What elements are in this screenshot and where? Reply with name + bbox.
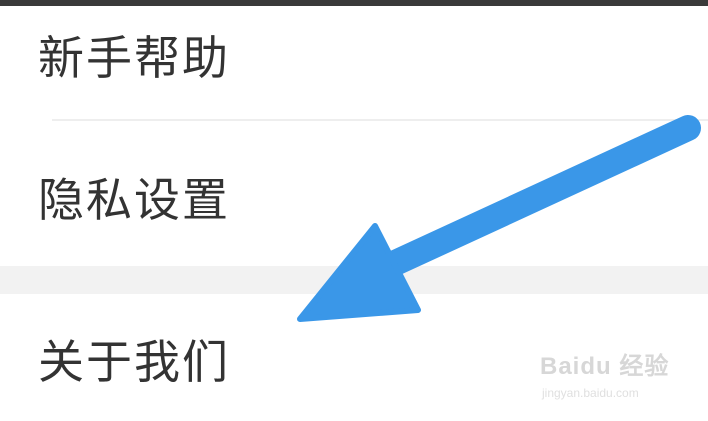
menu-item-privacy-settings[interactable]: 隐私设置 [0, 132, 708, 262]
menu-item-label: 隐私设置 [38, 173, 230, 227]
section-gap [0, 266, 708, 294]
menu-item-new-user-help[interactable]: 新手帮助 [0, 0, 708, 110]
watermark-brand: Baidu 经验 [540, 353, 670, 380]
menu-item-label: 关于我们 [38, 334, 230, 389]
divider [52, 119, 708, 121]
menu-item-label: 新手帮助 [38, 31, 230, 85]
baidu-jingyan-watermark: Baidu 经验 jingyan.baidu.com [540, 346, 700, 406]
watermark-url: jingyan.baidu.com [542, 386, 639, 400]
